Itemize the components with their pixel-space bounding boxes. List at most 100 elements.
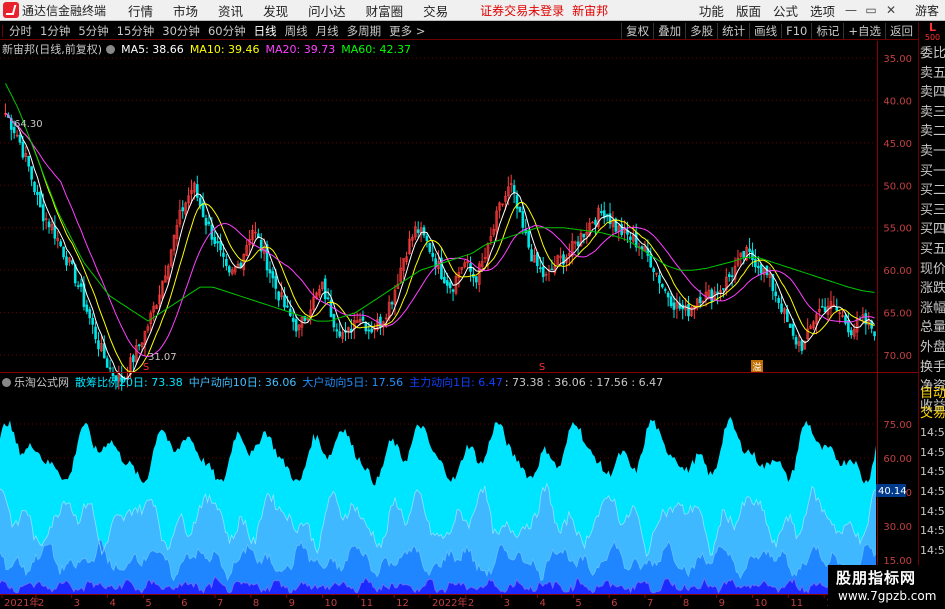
candle-body bbox=[361, 316, 365, 321]
candle-body bbox=[370, 328, 373, 333]
candle-body bbox=[652, 268, 655, 272]
side-panel-item: 涨幅 bbox=[920, 300, 945, 316]
side-panel-item[interactable]: 自动 bbox=[920, 384, 945, 403]
x-tick-label: 6 bbox=[181, 598, 187, 609]
ma20-line bbox=[5, 112, 875, 358]
candle-body bbox=[530, 249, 533, 262]
candle-body bbox=[777, 297, 780, 303]
candle-body bbox=[335, 329, 339, 332]
guest-label[interactable]: 游客 bbox=[915, 2, 939, 19]
candle-body bbox=[286, 305, 289, 308]
legend-zhuli: 主力动向1日: 6.47 bbox=[409, 376, 503, 389]
side-panel-item: 买一 bbox=[920, 163, 945, 179]
moving-average-lines bbox=[5, 83, 875, 379]
side-panel-item[interactable]: 14:56 bbox=[920, 443, 945, 462]
candle-body bbox=[428, 242, 432, 252]
candle-body bbox=[88, 309, 92, 319]
side-panel-item[interactable]: 14:56 bbox=[920, 541, 945, 560]
x-tick-label: 2 bbox=[468, 598, 474, 609]
signal-markers: S S 溢 bbox=[143, 360, 763, 373]
candle-body bbox=[751, 250, 754, 260]
x-tick-label: 4 bbox=[110, 598, 116, 609]
candle-body bbox=[33, 181, 36, 193]
sub-indicator-settings-icon[interactable] bbox=[2, 377, 11, 387]
candle-body bbox=[512, 185, 516, 193]
side-panel-item[interactable]: 14:56 bbox=[920, 462, 945, 481]
panel-header[interactable]: L 500 bbox=[919, 22, 945, 42]
legend-zhonghu: 中户动向10日: 36.06 bbox=[188, 376, 297, 389]
candle-body bbox=[204, 217, 208, 226]
signal-marker-yi: 溢 bbox=[752, 361, 761, 373]
candle-body bbox=[835, 306, 839, 311]
candle-body bbox=[326, 297, 330, 300]
quote-side-panel: L 500 委比 卖五 卖四 卖三 卖二 卖一 买一 买二 买三 买四 买五 现价 涨跌 涨幅 总量 外盘 换手… bbox=[918, 22, 945, 609]
side-panel-item: 卖一 bbox=[920, 144, 945, 159]
candle-body bbox=[332, 314, 336, 328]
candle-body bbox=[291, 317, 295, 322]
low-price-label: 31.07 bbox=[148, 352, 177, 363]
candle-body bbox=[65, 256, 68, 266]
candle-body bbox=[669, 296, 673, 307]
side-panel-item[interactable]: 交易 bbox=[920, 404, 945, 423]
x-tick-label: 7 bbox=[647, 598, 653, 609]
candle-body bbox=[576, 241, 580, 246]
side-panel-item[interactable]: 14:56 bbox=[920, 521, 945, 540]
candle-body bbox=[448, 282, 452, 289]
x-tick-label: 10 bbox=[325, 598, 338, 609]
side-panel-item: 买三 bbox=[920, 202, 945, 218]
side-panel-item: 换手 bbox=[920, 359, 945, 375]
y-tick-label: 55.00 bbox=[883, 224, 912, 235]
candle-body bbox=[823, 306, 827, 312]
candle-body bbox=[137, 344, 141, 347]
candle-body bbox=[283, 295, 286, 308]
candle-body bbox=[687, 304, 690, 317]
candle-body bbox=[849, 330, 853, 336]
candle-body bbox=[367, 329, 371, 332]
candle-body bbox=[132, 355, 135, 363]
candle-body bbox=[30, 166, 33, 180]
candle-body bbox=[527, 229, 530, 248]
candle-body bbox=[788, 323, 792, 328]
candle-body bbox=[666, 292, 670, 298]
signal-marker-s-1: S bbox=[143, 362, 149, 373]
side-panel-item[interactable]: 14:56 bbox=[920, 502, 945, 521]
candle-body bbox=[207, 221, 211, 225]
x-tick-label: 12 bbox=[396, 598, 409, 609]
ma60-line bbox=[5, 83, 875, 322]
x-tick-label: 11 bbox=[360, 598, 373, 609]
candle-body bbox=[195, 184, 199, 198]
candle-body bbox=[786, 308, 789, 323]
side-panel-item: 卖三 bbox=[920, 104, 945, 120]
watermark: 股朋指标网 www.7gpzb.com bbox=[828, 565, 945, 609]
candle-body bbox=[663, 289, 667, 291]
chart-area[interactable]: 70.00 65.00 60.00 55.00 50.00 45.00 40.00 35.00… bbox=[0, 0, 918, 609]
candle-body bbox=[658, 275, 661, 284]
candle-body bbox=[379, 316, 382, 328]
high-price-label: 64.30 bbox=[14, 119, 43, 130]
candle-body bbox=[62, 246, 65, 258]
panel-header-sub: 500 bbox=[924, 33, 941, 42]
x-tick-label: 8 bbox=[253, 598, 259, 609]
candle-body bbox=[225, 258, 228, 266]
side-panel-item[interactable]: 14:56 bbox=[920, 482, 945, 501]
sub-y-tick-label: 30.00 bbox=[883, 522, 912, 533]
candle-body bbox=[416, 229, 420, 233]
candle-body bbox=[27, 155, 31, 167]
x-tick-label: 5 bbox=[575, 598, 581, 609]
x-tick-label: 10 bbox=[755, 598, 768, 609]
candle-body bbox=[271, 271, 275, 279]
candle-body bbox=[53, 225, 57, 239]
candle-body bbox=[661, 284, 664, 288]
sub-chart-areas bbox=[0, 416, 877, 594]
candle-body bbox=[323, 278, 327, 300]
x-tick-label: 2 bbox=[38, 598, 44, 609]
time-x-axis: 2021年234567891011122022年234567891011121 bbox=[1, 594, 868, 609]
candle-body bbox=[47, 221, 51, 228]
side-panel-item[interactable]: 14:56 bbox=[920, 423, 945, 442]
signal-marker-s-2: S bbox=[539, 362, 545, 373]
candle-body bbox=[800, 340, 804, 351]
side-panel-item: 买四 bbox=[920, 222, 945, 238]
candle-body bbox=[541, 266, 545, 277]
sub-chart-legend: 乐淘公式网 散筹比例20日: 73.38 中户动向10日: 36.06 大户动向… bbox=[2, 374, 663, 390]
candle-body bbox=[794, 337, 798, 345]
